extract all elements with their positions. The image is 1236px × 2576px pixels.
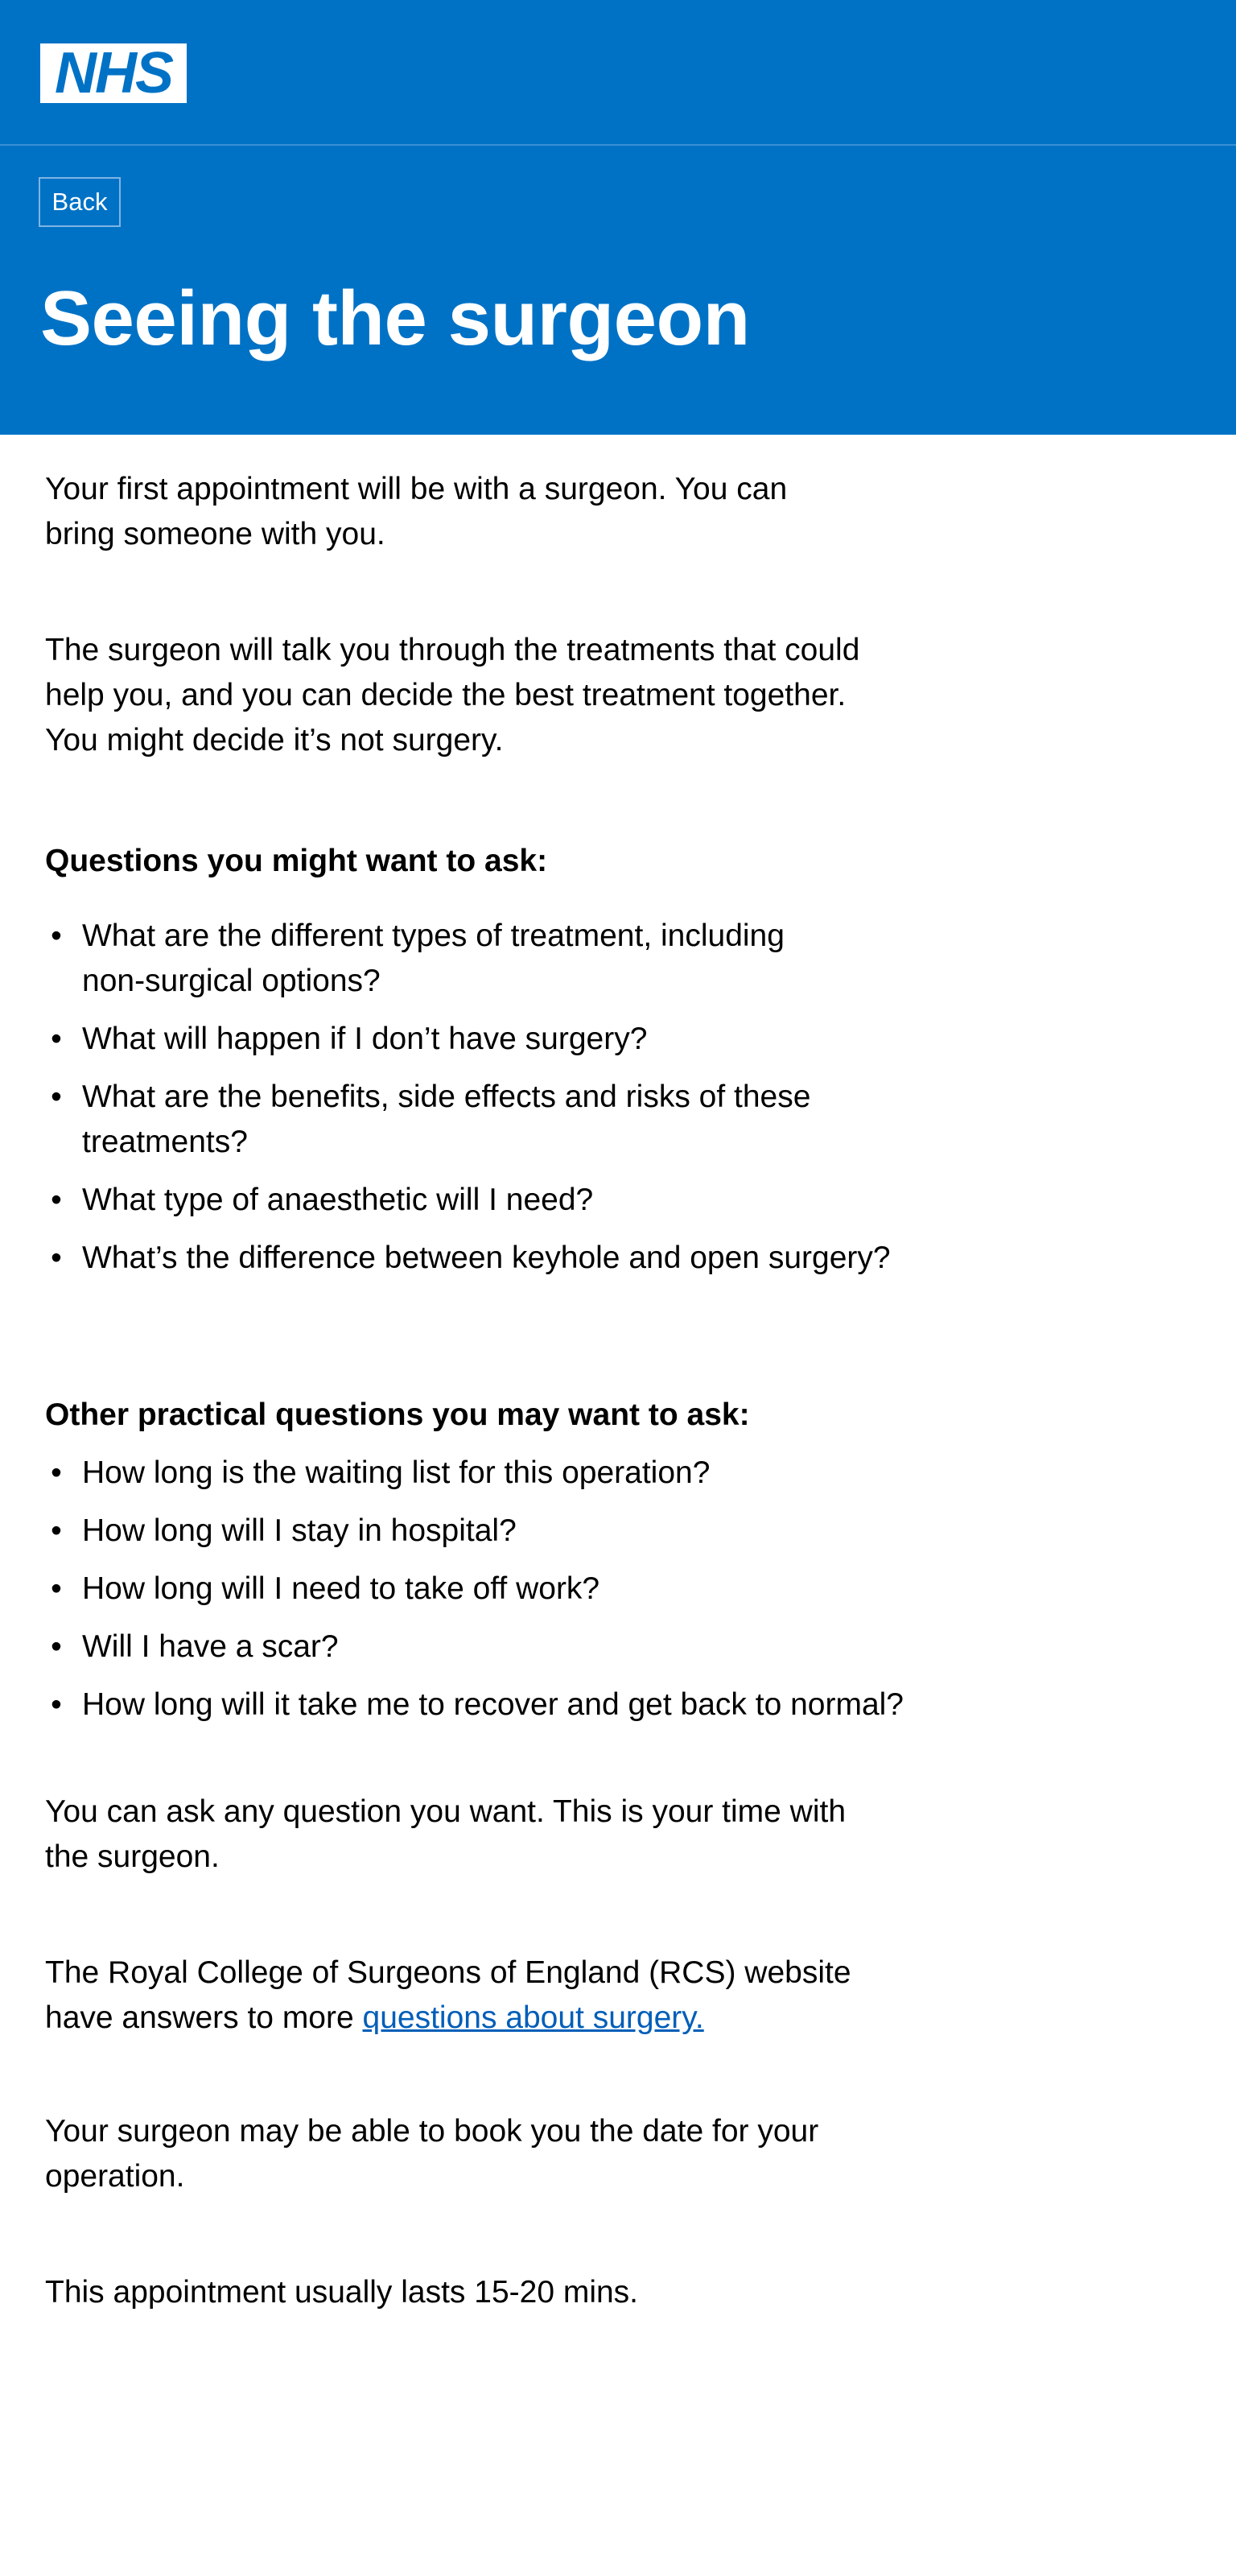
nhs-logo-text: NHS [54, 41, 174, 105]
list-item-text: Will I have a scar? [82, 1629, 339, 1664]
closing-paragraph-4: This appointment usually lasts 15-20 min… [45, 2275, 639, 2310]
list-item-text: What’s the difference between keyhole an… [82, 1241, 891, 1275]
list-item-text: How long will I need to take off work? [82, 1571, 600, 1606]
practical-heading: Other practical questions you may want t… [45, 1397, 750, 1432]
back-button[interactable]: Back [39, 177, 121, 227]
list-item-text: How long will I stay in hospital? [82, 1513, 517, 1548]
bullet-icon: • [51, 1571, 62, 1606]
list-item: • What’s the difference between keyhole a… [45, 1236, 951, 1281]
bullet-icon: • [51, 1629, 62, 1664]
bullet-icon: • [51, 1022, 62, 1056]
list-item: • What are the benefits, side effects and… [45, 1075, 871, 1165]
bullet-icon: • [51, 1241, 62, 1275]
page-header: NHS Back Seeing the surgeon [0, 0, 1236, 435]
bullet-icon: • [51, 1513, 62, 1548]
list-item: • How long will I stay in hospital? [45, 1509, 951, 1554]
list-item-text: What will happen if I don’t have surgery… [82, 1022, 648, 1056]
list-item-text: What are the benefits, side effects and … [82, 1080, 811, 1159]
list-item: • How long will I need to take off work? [45, 1567, 951, 1612]
list-item: • Will I have a scar? [45, 1624, 951, 1670]
list-item-text: How long is the waiting list for this op… [82, 1455, 711, 1490]
intro-paragraph-2: The surgeon will talk you through the tr… [45, 633, 860, 758]
header-divider [0, 144, 1236, 146]
list-item: • What will happen if I don’t have surger… [45, 1017, 951, 1062]
list-item: • What type of anaesthetic will I need? [45, 1178, 951, 1223]
bullet-icon: • [51, 1183, 62, 1217]
nhs-logo[interactable]: NHS [40, 43, 187, 103]
closing-paragraph-1: You can ask any question you want. This … [45, 1794, 847, 1874]
list-item: • How long will it take me to recover and… [45, 1682, 951, 1728]
closing-paragraph-2: The Royal College of Surgeons of England… [45, 1951, 866, 2041]
bullet-icon: • [51, 1080, 62, 1114]
bullet-icon: • [51, 1687, 62, 1722]
list-item-text: What type of anaesthetic will I need? [82, 1183, 594, 1217]
questions-list: • What are the different types of treatme… [45, 914, 978, 1294]
list-item: • What are the different types of treatme… [45, 914, 855, 1004]
bullet-icon: • [51, 1455, 62, 1490]
questions-heading: Questions you might want to ask: [45, 844, 548, 878]
list-item-text: What are the different types of treatmen… [82, 919, 785, 998]
questions-about-surgery-link[interactable]: questions about surgery. [363, 2000, 704, 2035]
closing-paragraph-3: Your surgeon may be able to book you the… [45, 2114, 819, 2194]
page-title: Seeing the surgeon [40, 275, 750, 361]
bullet-icon: • [51, 919, 62, 953]
list-item: • How long is the waiting list for this o… [45, 1451, 951, 1496]
practical-list: • How long is the waiting list for this o… [45, 1451, 978, 1740]
list-item-text: How long will it take me to recover and … [82, 1687, 904, 1722]
intro-paragraph-1: Your first appointment will be with a su… [45, 472, 788, 551]
